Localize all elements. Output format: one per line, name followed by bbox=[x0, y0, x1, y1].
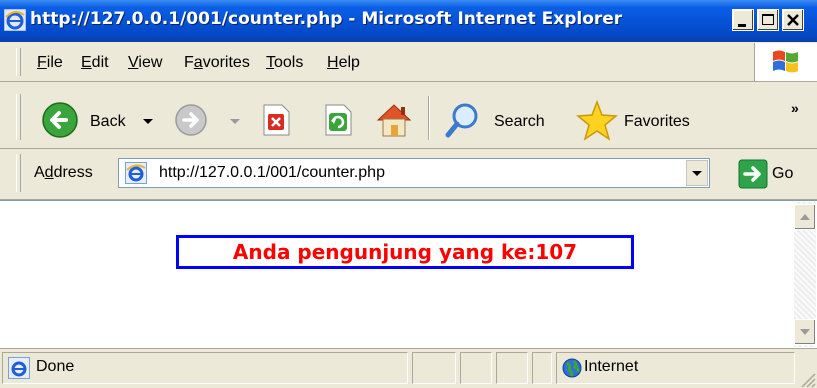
window-title: http://127.0.0.1/001/counter.php - Micro… bbox=[30, 9, 623, 29]
favorites-button-label[interactable]: Favorites bbox=[624, 113, 690, 131]
toolbar-overflow-chevron-icon[interactable]: » bbox=[791, 100, 799, 116]
toolbar-separator bbox=[428, 96, 430, 140]
menu-bar-grip[interactable] bbox=[16, 48, 21, 76]
security-zone-label: Internet bbox=[584, 358, 639, 375]
back-dropdown-icon[interactable] bbox=[142, 118, 154, 126]
address-url-text[interactable]: http://127.0.0.1/001/counter.php bbox=[159, 164, 385, 182]
menu-edit[interactable]: Edit bbox=[81, 54, 109, 72]
go-arrow-icon[interactable] bbox=[738, 159, 768, 189]
address-bar-grip[interactable] bbox=[16, 154, 21, 192]
chevron-up-icon bbox=[800, 214, 810, 220]
chevron-down-icon bbox=[800, 329, 810, 335]
visitor-counter-text: Anda pengunjung yang ke:107 bbox=[232, 240, 578, 264]
ie-logo-icon bbox=[4, 9, 26, 31]
forward-arrow-icon[interactable] bbox=[173, 102, 209, 138]
maximize-button[interactable] bbox=[757, 9, 779, 31]
minimize-icon bbox=[738, 24, 746, 27]
windows-logo bbox=[754, 43, 817, 81]
chevron-down-icon bbox=[692, 171, 702, 176]
back-arrow-icon[interactable] bbox=[40, 100, 80, 140]
address-dropdown-button[interactable] bbox=[686, 160, 708, 186]
close-button[interactable] bbox=[782, 9, 804, 31]
forward-dropdown-icon[interactable] bbox=[229, 118, 241, 126]
go-button-label[interactable]: Go bbox=[772, 165, 793, 183]
address-label: Address bbox=[34, 164, 93, 181]
status-pane bbox=[460, 352, 492, 384]
refresh-icon[interactable] bbox=[322, 103, 354, 137]
page-status-icon bbox=[8, 357, 30, 379]
page-content bbox=[0, 200, 817, 348]
search-button-label[interactable]: Search bbox=[494, 113, 545, 131]
status-pane bbox=[496, 352, 528, 384]
menu-favorites[interactable]: Favorites bbox=[184, 54, 250, 72]
menu-tools[interactable]: Tools bbox=[266, 54, 303, 72]
internet-globe-icon bbox=[562, 358, 582, 378]
scroll-up-button[interactable] bbox=[794, 204, 816, 230]
title-bar[interactable]: http://127.0.0.1/001/counter.php - Micro… bbox=[0, 0, 817, 42]
back-button-label[interactable]: Back bbox=[90, 113, 126, 131]
toolbar-grip[interactable] bbox=[16, 94, 21, 140]
search-icon[interactable] bbox=[443, 100, 483, 140]
menu-bar: File Edit View Favorites Tools Help bbox=[0, 42, 817, 82]
status-text: Done bbox=[36, 358, 75, 375]
page-ie-icon bbox=[125, 162, 147, 184]
home-icon[interactable] bbox=[374, 100, 414, 140]
menu-help[interactable]: Help bbox=[327, 54, 360, 72]
maximize-icon bbox=[762, 14, 774, 25]
scroll-down-button[interactable] bbox=[794, 319, 816, 345]
address-field[interactable]: http://127.0.0.1/001/counter.php bbox=[118, 158, 710, 188]
visitor-counter-box: Anda pengunjung yang ke:107 bbox=[176, 235, 634, 269]
status-pane bbox=[532, 352, 552, 384]
ie-window: http://127.0.0.1/001/counter.php - Micro… bbox=[0, 0, 817, 388]
close-icon bbox=[787, 14, 799, 26]
resize-grip-icon[interactable] bbox=[800, 372, 816, 388]
favorites-star-icon[interactable] bbox=[576, 100, 618, 142]
menu-file[interactable]: File bbox=[37, 54, 63, 72]
status-pane bbox=[412, 352, 456, 384]
menu-view[interactable]: View bbox=[128, 54, 162, 72]
stop-icon[interactable] bbox=[260, 103, 292, 137]
minimize-button[interactable] bbox=[732, 9, 754, 31]
windows-flag-icon bbox=[773, 50, 798, 73]
